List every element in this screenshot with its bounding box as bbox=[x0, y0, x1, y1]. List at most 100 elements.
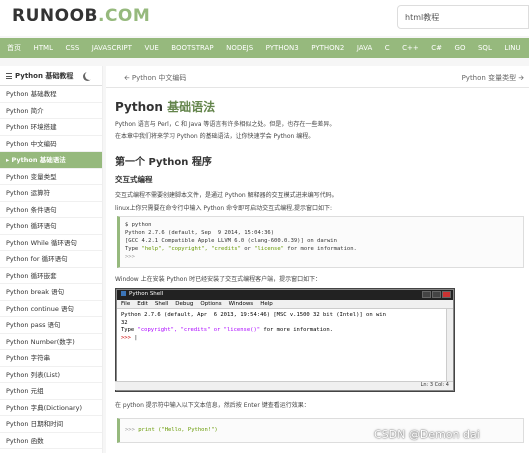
sidebar-item[interactable]: Python 元组 bbox=[0, 383, 102, 400]
shell-output: Python 2.7.6 (default, Apr 6 2013, 19:54… bbox=[117, 309, 453, 381]
sidebar-item[interactable]: Python 循环嵌套 bbox=[0, 268, 102, 284]
shell-menu-item: Windows bbox=[228, 301, 254, 307]
sidebar-item[interactable]: Python 基础教程 bbox=[0, 86, 102, 103]
nav-item[interactable]: C# bbox=[431, 44, 442, 52]
shell-text: Type bbox=[121, 327, 138, 333]
sidebar-item[interactable]: Python for 循环语句 bbox=[0, 251, 102, 268]
nav-item[interactable]: JAVA bbox=[357, 44, 372, 52]
sidebar-item[interactable]: Python 列表(List) bbox=[0, 367, 102, 383]
code-line: [GCC 4.2.1 Compatible Apple LLVM 6.0 (cl… bbox=[125, 238, 337, 244]
python-icon bbox=[121, 291, 126, 296]
nav-item[interactable]: SQL bbox=[478, 44, 492, 52]
sidebar-item-label: Python break 语句 bbox=[6, 288, 65, 296]
sidebar-item[interactable]: Python 函数 bbox=[0, 433, 102, 449]
sidebar-item[interactable]: Python 变量类型 bbox=[0, 169, 102, 185]
prev-link[interactable]: 🡨 Python 中文编码 bbox=[124, 73, 186, 85]
sidebar: Python 基础教程 Python 基础教程 Python 简介 Python 环… bbox=[0, 66, 103, 453]
nav-item[interactable]: HTML bbox=[34, 44, 53, 52]
moon-icon[interactable] bbox=[85, 71, 94, 80]
code-line: Python 2.7.6 (default, Sep 9 2014, 15:04… bbox=[125, 230, 275, 236]
sidebar-item[interactable]: Python Number(数字) bbox=[0, 334, 102, 350]
sidebar-item-label: Python 环境搭建 bbox=[6, 123, 57, 131]
nav-item[interactable]: VUE bbox=[144, 44, 158, 52]
shell-menu-item: Shell bbox=[154, 301, 169, 307]
code-line: $ python bbox=[125, 222, 152, 228]
top-nav: 首页 HTML CSS JAVASCRIPT VUE BOOTSTRAP NODEJS PYT… bbox=[0, 38, 529, 58]
sidebar-item[interactable]: Python 运算符 bbox=[0, 185, 102, 202]
sidebar-item[interactable]: Python 循环语句 bbox=[0, 218, 102, 235]
shell-line: >>> | bbox=[121, 334, 138, 341]
code-string: "help", "copyright", "credits" bbox=[141, 246, 241, 252]
sidebar-item[interactable]: Python break 语句 bbox=[0, 284, 102, 301]
shell-statusbar: Ln: 3 Col: 4 bbox=[115, 381, 453, 390]
code-line: Type "help", "copyright", "credits" or "… bbox=[125, 245, 518, 253]
code-text: or bbox=[240, 246, 255, 252]
paragraph-3: Window 上在安装 Python 时已经安装了交互式编程客户端，提示窗口如下… bbox=[115, 276, 322, 283]
sidebar-item[interactable]: Python pass 语句 bbox=[0, 317, 102, 334]
nav-item[interactable]: CSS bbox=[65, 44, 79, 52]
logo-tld: COM bbox=[104, 6, 151, 26]
search-input[interactable]: html教程 bbox=[397, 5, 529, 29]
nav-item[interactable]: JAVASCRIPT bbox=[92, 44, 132, 52]
shell-scrollbar bbox=[446, 309, 453, 381]
paragraph-1: 交互式编程不需要创建脚本文件，是通过 Python 解释器的交互模式进来编写代码… bbox=[115, 192, 338, 199]
nav-item[interactable]: GO bbox=[455, 44, 466, 52]
intro-paragraph-2: 在本章中我们将来学习 Python 的基础语法，让你快速学会 Python 编程… bbox=[115, 133, 315, 140]
shell-menu-item: Edit bbox=[137, 301, 148, 307]
site-logo[interactable]: RUNOOB.COM bbox=[12, 6, 150, 26]
sidebar-item-label: Python 列表(List) bbox=[6, 370, 61, 379]
sidebar-item[interactable]: Python 日期和时间 bbox=[0, 416, 102, 433]
code-text: for more information. bbox=[283, 246, 357, 252]
sidebar-item-label: Python 函数 bbox=[6, 436, 44, 445]
sidebar-item-label: Python 变量类型 bbox=[6, 172, 57, 181]
nav-item[interactable]: PYTHON2 bbox=[311, 44, 344, 52]
sidebar-item[interactable]: Python 字典(Dictionary) bbox=[0, 400, 102, 416]
sidebar-heading-text: Python 基础教程 bbox=[15, 71, 74, 80]
maximize-icon bbox=[432, 291, 441, 298]
sidebar-item-label: Python for 循环语句 bbox=[6, 255, 68, 263]
shell-line: Type "copyright", "credits" or "license(… bbox=[121, 327, 449, 335]
sidebar-item[interactable]: Python While 循环语句 bbox=[0, 235, 102, 251]
sidebar-item-label: Python 字符串 bbox=[6, 354, 51, 362]
nav-item[interactable]: C++ bbox=[402, 44, 419, 52]
sidebar-item-label: Python continue 语句 bbox=[6, 304, 74, 313]
nav-item[interactable]: NODEJS bbox=[226, 44, 253, 52]
sidebar-item[interactable]: Python 简介 bbox=[0, 103, 102, 119]
next-link[interactable]: Python 变量类型 🡪 bbox=[462, 73, 524, 85]
sidebar-item-label: Python pass 语句 bbox=[6, 321, 61, 329]
subsection-heading: 交互式编程 bbox=[115, 175, 153, 184]
window-buttons bbox=[421, 291, 451, 298]
sidebar-item[interactable]: Python 条件语句 bbox=[0, 202, 102, 218]
python-shell-screenshot: Python Shell File Edit Shell Debug Options Wi… bbox=[115, 289, 454, 391]
sidebar-item[interactable]: Python 中文编码 bbox=[0, 136, 102, 152]
code-text: Type bbox=[125, 246, 142, 252]
sidebar-item-label: Python 字典(Dictionary) bbox=[6, 403, 83, 412]
shell-titlebar: Python Shell bbox=[117, 290, 453, 300]
sidebar-list: Python 基础教程 Python 简介 Python 环境搭建 Python 中文… bbox=[0, 86, 102, 449]
shell-prompt: >>> bbox=[121, 334, 135, 341]
paragraph-2: linux上你只需要在命令行中输入 Python 命令即可启动交互式编程,提示窗… bbox=[115, 205, 333, 212]
close-icon bbox=[442, 291, 451, 298]
watermark: CSDN @Demon dai bbox=[374, 428, 480, 441]
nav-item[interactable]: 首页 bbox=[7, 43, 21, 53]
list-icon bbox=[6, 72, 12, 79]
nav-item[interactable]: BOOTSTRAP bbox=[171, 44, 213, 52]
nav-item[interactable]: PYTHON3 bbox=[266, 44, 299, 52]
sidebar-item[interactable]: ▸ Python 基础语法 bbox=[0, 152, 102, 169]
code-prompt: >>> bbox=[125, 427, 139, 433]
page-title: Python 基础语法 bbox=[115, 98, 215, 115]
minimize-icon bbox=[422, 291, 431, 298]
sidebar-item[interactable]: Python 环境搭建 bbox=[0, 119, 102, 136]
section-heading: 第一个 Python 程序 bbox=[115, 157, 212, 168]
shell-menu-item: Options bbox=[200, 301, 222, 307]
sidebar-item[interactable]: Python continue 语句 bbox=[0, 301, 102, 317]
sidebar-item-label: Python 循环嵌套 bbox=[6, 271, 57, 280]
code-block-linux: $ python Python 2.7.6 (default, Sep 9 201… bbox=[117, 216, 524, 268]
nav-item[interactable]: LINU bbox=[504, 44, 520, 52]
shell-title: Python Shell bbox=[129, 291, 164, 297]
shell-menubar: File Edit Shell Debug Options Windows Help bbox=[117, 300, 453, 309]
nav-item[interactable]: C bbox=[385, 44, 390, 52]
sidebar-item-label: Python Number(数字) bbox=[6, 337, 75, 346]
sidebar-item[interactable]: Python 字符串 bbox=[0, 350, 102, 367]
main-content: 🡨 Python 中文编码 Python 变量类型 🡪 Python 基础语法 … bbox=[106, 66, 529, 453]
